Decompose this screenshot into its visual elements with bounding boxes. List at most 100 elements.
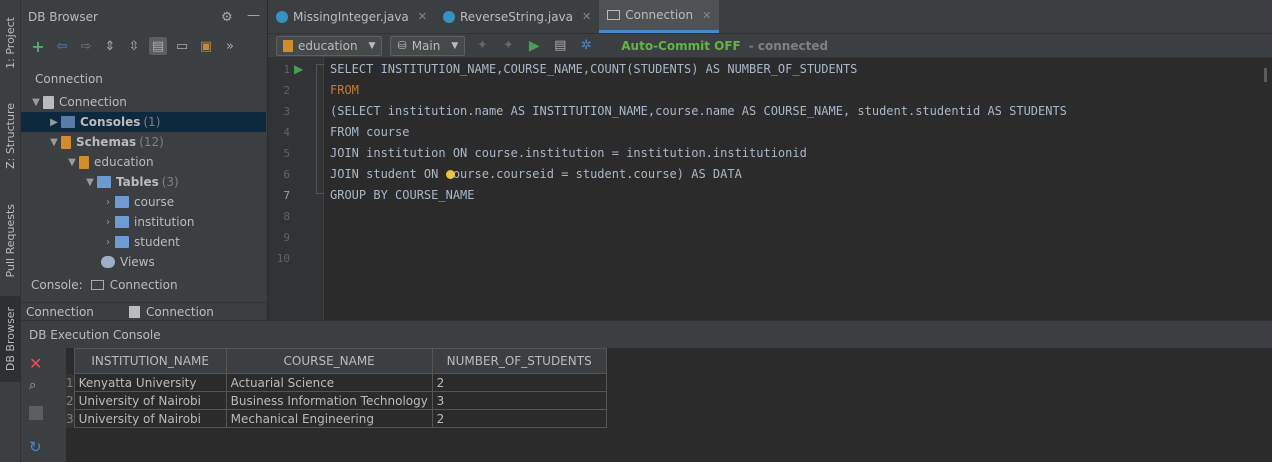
bottom-tab-connection-2[interactable]: Connection: [146, 305, 214, 319]
table-row[interactable]: 3 University of Nairobi Mechanical Engin…: [66, 409, 607, 428]
chevron-right-icon[interactable]: ›: [101, 237, 115, 248]
scrollbar-marker[interactable]: [1264, 68, 1267, 82]
console-icon: [90, 280, 104, 290]
table-cell[interactable]: Business Information Technology: [225, 391, 433, 410]
console-selector[interactable]: Console: Connection: [31, 278, 178, 292]
editor-tab-bar: MissingInteger.java ✕ ReverseString.java…: [268, 0, 1272, 34]
tree-node-tables[interactable]: ▼ Tables (3): [83, 172, 179, 192]
close-icon[interactable]: ✕: [582, 10, 591, 23]
chevron-down-icon: ▼: [368, 40, 376, 51]
table-cell[interactable]: University of Nairobi: [73, 391, 227, 410]
tab-label: MissingInteger.java: [293, 9, 409, 24]
column-header[interactable]: NUMBER_OF_STUDENTS: [431, 348, 607, 374]
rollback-icon[interactable]: ✦: [499, 37, 517, 55]
close-icon[interactable]: ✕: [702, 9, 711, 22]
back-icon[interactable]: ⇦: [53, 37, 71, 55]
commit-icon[interactable]: ✦: [473, 37, 491, 55]
code-line-2: FROM: [330, 83, 359, 97]
forward-icon[interactable]: ⇨: [77, 37, 95, 55]
db-browser-toolbar: + ⇦ ⇨ ⇕ ⇳ ▤ ▭ ▣ »: [21, 34, 268, 58]
tab-pull-requests[interactable]: Pull Requests: [0, 196, 21, 286]
tree-node-consoles[interactable]: ▶ Consoles (1): [21, 112, 266, 132]
run-icon[interactable]: ▶: [525, 37, 543, 55]
window-icon[interactable]: ▭: [173, 37, 191, 55]
tab-structure[interactable]: Z: Structure: [0, 96, 21, 176]
lightbulb-icon[interactable]: [446, 170, 455, 179]
tree-node-label: institution: [134, 215, 195, 229]
tab-missinginteger[interactable]: MissingInteger.java ✕: [268, 0, 435, 33]
filter-icon[interactable]: ▤: [149, 37, 167, 55]
table-cell[interactable]: University of Nairobi: [73, 409, 227, 428]
stop-icon[interactable]: [29, 406, 43, 420]
close-icon[interactable]: ✕: [29, 354, 42, 373]
table-cell[interactable]: 3: [431, 391, 607, 410]
connection-status: - connected: [748, 38, 829, 53]
chevron-down-icon[interactable]: ▼: [29, 97, 43, 108]
tree-node-count: (12): [139, 135, 164, 149]
schema-icon: [283, 39, 293, 52]
tree-node-course[interactable]: › course: [101, 192, 174, 212]
table-row[interactable]: 1 Kenyatta University Actuarial Science …: [66, 373, 607, 392]
row-number: 3: [66, 409, 75, 428]
tab-reversestring[interactable]: ReverseString.java ✕: [435, 0, 599, 33]
explain-plan-icon[interactable]: ▤: [551, 37, 569, 55]
gear-icon[interactable]: ⚙: [221, 10, 233, 25]
collapse-all-icon[interactable]: ⇳: [125, 37, 143, 55]
table-cell[interactable]: Kenyatta University: [73, 373, 227, 392]
schemas-icon: [61, 135, 71, 149]
table-icon: [115, 216, 129, 228]
settings-file-icon[interactable]: ▣: [197, 37, 215, 55]
tab-connection[interactable]: Connection ✕: [599, 0, 720, 33]
tab-project[interactable]: 1: Project: [0, 8, 21, 78]
editor-toolbar: education ▼ ⛁ Main ▼ ✦ ✦ ▶ ▤ ✲ Auto-Comm…: [268, 34, 1272, 58]
add-icon[interactable]: +: [29, 37, 47, 56]
results-grid: INSTITUTION_NAME COURSE_NAME NUMBER_OF_S…: [66, 348, 1272, 462]
run-statement-icon[interactable]: ▶: [294, 62, 303, 76]
close-icon[interactable]: ✕: [418, 10, 427, 23]
table-cell[interactable]: 2: [431, 373, 607, 392]
views-icon: [101, 256, 115, 268]
table-cell[interactable]: Actuarial Science: [225, 373, 433, 392]
ide-window: 1: Project Z: Structure Pull Requests DB…: [0, 0, 1272, 462]
line-number: 6: [283, 168, 290, 181]
sql-editor[interactable]: SELECT INSTITUTION_NAME,COURSE_NAME,COUN…: [324, 58, 1272, 320]
expand-all-icon[interactable]: ⇕: [101, 37, 119, 55]
fold-marker[interactable]: [316, 64, 324, 194]
tab-db-browser-label: DB Browser: [4, 306, 17, 372]
line-number-gutter: 1 ▶ 2 3 4 5 6 7 8 9 10: [268, 58, 324, 320]
chevron-right-icon[interactable]: ›: [101, 217, 115, 228]
minimize-icon[interactable]: —: [247, 8, 260, 23]
tree-node-schemas[interactable]: ▼ Schemas (12): [47, 132, 164, 152]
search-icon[interactable]: ⌕: [29, 378, 36, 393]
schema-combo[interactable]: education ▼: [276, 35, 383, 56]
tab-db-browser[interactable]: DB Browser: [0, 296, 21, 382]
code-line-7: GROUP BY COURSE_NAME: [330, 188, 475, 202]
table-cell[interactable]: Mechanical Engineering: [225, 409, 433, 428]
chevron-right-icon[interactable]: ›: [101, 197, 115, 208]
tree-node-student[interactable]: › student: [101, 232, 180, 252]
tree-node-institution[interactable]: › institution: [101, 212, 195, 232]
chevron-right-icon[interactable]: ▶: [47, 117, 61, 128]
session-combo[interactable]: ⛁ Main ▼: [390, 35, 466, 56]
autocommit-status[interactable]: Auto-Commit OFF: [621, 39, 740, 53]
refresh-icon[interactable]: ↻: [29, 438, 42, 456]
tree-node-education[interactable]: ▼ education: [65, 152, 153, 172]
tree-node-connection[interactable]: ▼ Connection: [29, 92, 127, 112]
chevron-down-icon[interactable]: ▼: [83, 177, 97, 188]
table-icon: [115, 196, 129, 208]
table-row[interactable]: 2 University of Nairobi Business Informa…: [66, 391, 607, 410]
column-header[interactable]: INSTITUTION_NAME: [73, 348, 227, 374]
chevron-down-icon[interactable]: ▼: [65, 157, 79, 168]
execution-console-header: DB Execution Console: [21, 320, 1272, 348]
more-icon[interactable]: »: [221, 37, 239, 55]
bottom-tab-connection[interactable]: Connection: [21, 305, 129, 319]
column-header[interactable]: COURSE_NAME: [225, 348, 433, 374]
chevron-down-icon[interactable]: ▼: [47, 137, 61, 148]
tree-node-views[interactable]: Views: [101, 252, 155, 272]
table-cell[interactable]: 2: [431, 409, 607, 428]
line-number: 10: [276, 252, 290, 265]
db-browser-bottom-tabs: Connection Connection: [21, 302, 268, 320]
db-browser-panel: DB Browser ⚙ — + ⇦ ⇨ ⇕ ⇳ ▤ ▭ ▣ » Connect…: [21, 0, 268, 320]
session-combo-value: Main: [411, 38, 441, 53]
settings-icon[interactable]: ✲: [577, 37, 595, 55]
